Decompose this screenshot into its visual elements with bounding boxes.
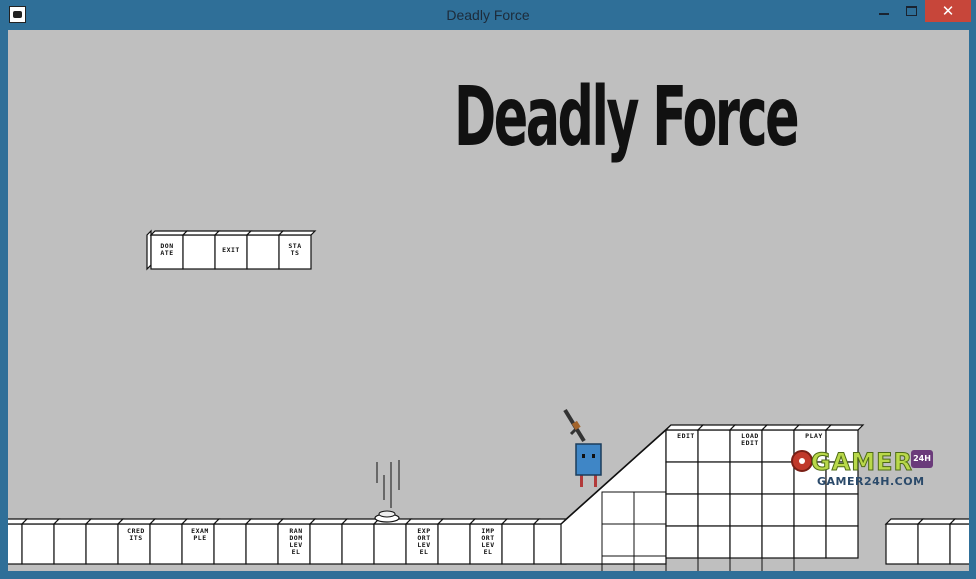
platform-tile	[697, 493, 731, 527]
floor-tile-label: EL	[484, 548, 493, 556]
minimize-button[interactable]	[868, 0, 898, 22]
platform-tile	[665, 493, 699, 527]
platform-tile	[825, 493, 859, 527]
floor-tile-label: EL	[420, 548, 429, 556]
platform-tile-label: EDIT	[677, 432, 695, 440]
game-canvas[interactable]: Deadly Force DON ATE EXIT STA TS CRED ITS EXAM…	[8, 30, 969, 571]
menu-block-label: EXIT	[222, 246, 240, 254]
platform-tile	[825, 525, 859, 559]
close-button[interactable]: ✕	[925, 0, 971, 22]
player-leg	[594, 474, 597, 487]
gamer24h-watermark: GAMER 24H GAMER24H.COM	[783, 446, 943, 490]
platform-tile	[665, 525, 699, 559]
window-titlebar[interactable]: Deadly Force ✕	[0, 0, 976, 30]
floor-tile-label: EL	[292, 548, 301, 556]
menu-block-label: TS	[291, 249, 300, 257]
window-title: Deadly Force	[446, 7, 530, 23]
player-leg	[580, 474, 583, 487]
rifle-icon	[563, 408, 586, 443]
platform-tile	[793, 493, 827, 527]
floor-tile-label: ITS	[129, 534, 142, 542]
menu-block[interactable]	[181, 230, 221, 270]
menu-block[interactable]	[245, 230, 285, 270]
crosshair-logo-icon	[791, 450, 813, 472]
watermark-badge: 24H	[911, 450, 933, 468]
floor-tile-label: PLE	[193, 534, 206, 542]
menu-block-row: DONATE EXIT STATS	[146, 229, 317, 271]
platform-tile	[729, 461, 763, 495]
platform-tile	[729, 525, 763, 559]
watermark-brand: GAMER	[810, 448, 914, 477]
platform-tile	[793, 525, 827, 559]
platform-tile	[729, 493, 763, 527]
player-character	[563, 408, 602, 487]
menu-row-side	[146, 229, 152, 271]
player-eye	[592, 454, 595, 458]
player-eye	[582, 454, 585, 458]
floor-tile[interactable]	[948, 518, 969, 565]
platform-tile	[697, 525, 731, 559]
spring-pad-top	[378, 510, 396, 518]
platform-tile	[665, 461, 699, 495]
platform-tile	[761, 525, 795, 559]
maximize-button[interactable]	[898, 0, 924, 22]
platform-tile	[761, 493, 795, 527]
platform-tile-label: EDIT	[741, 439, 759, 447]
platform-tile-label: PLAY	[805, 432, 823, 440]
player-body	[575, 443, 602, 476]
watermark-site: GAMER24H.COM	[817, 475, 925, 488]
menu-block-label: ATE	[160, 249, 173, 257]
spring-pad	[374, 460, 400, 523]
platform-tile	[697, 461, 731, 495]
